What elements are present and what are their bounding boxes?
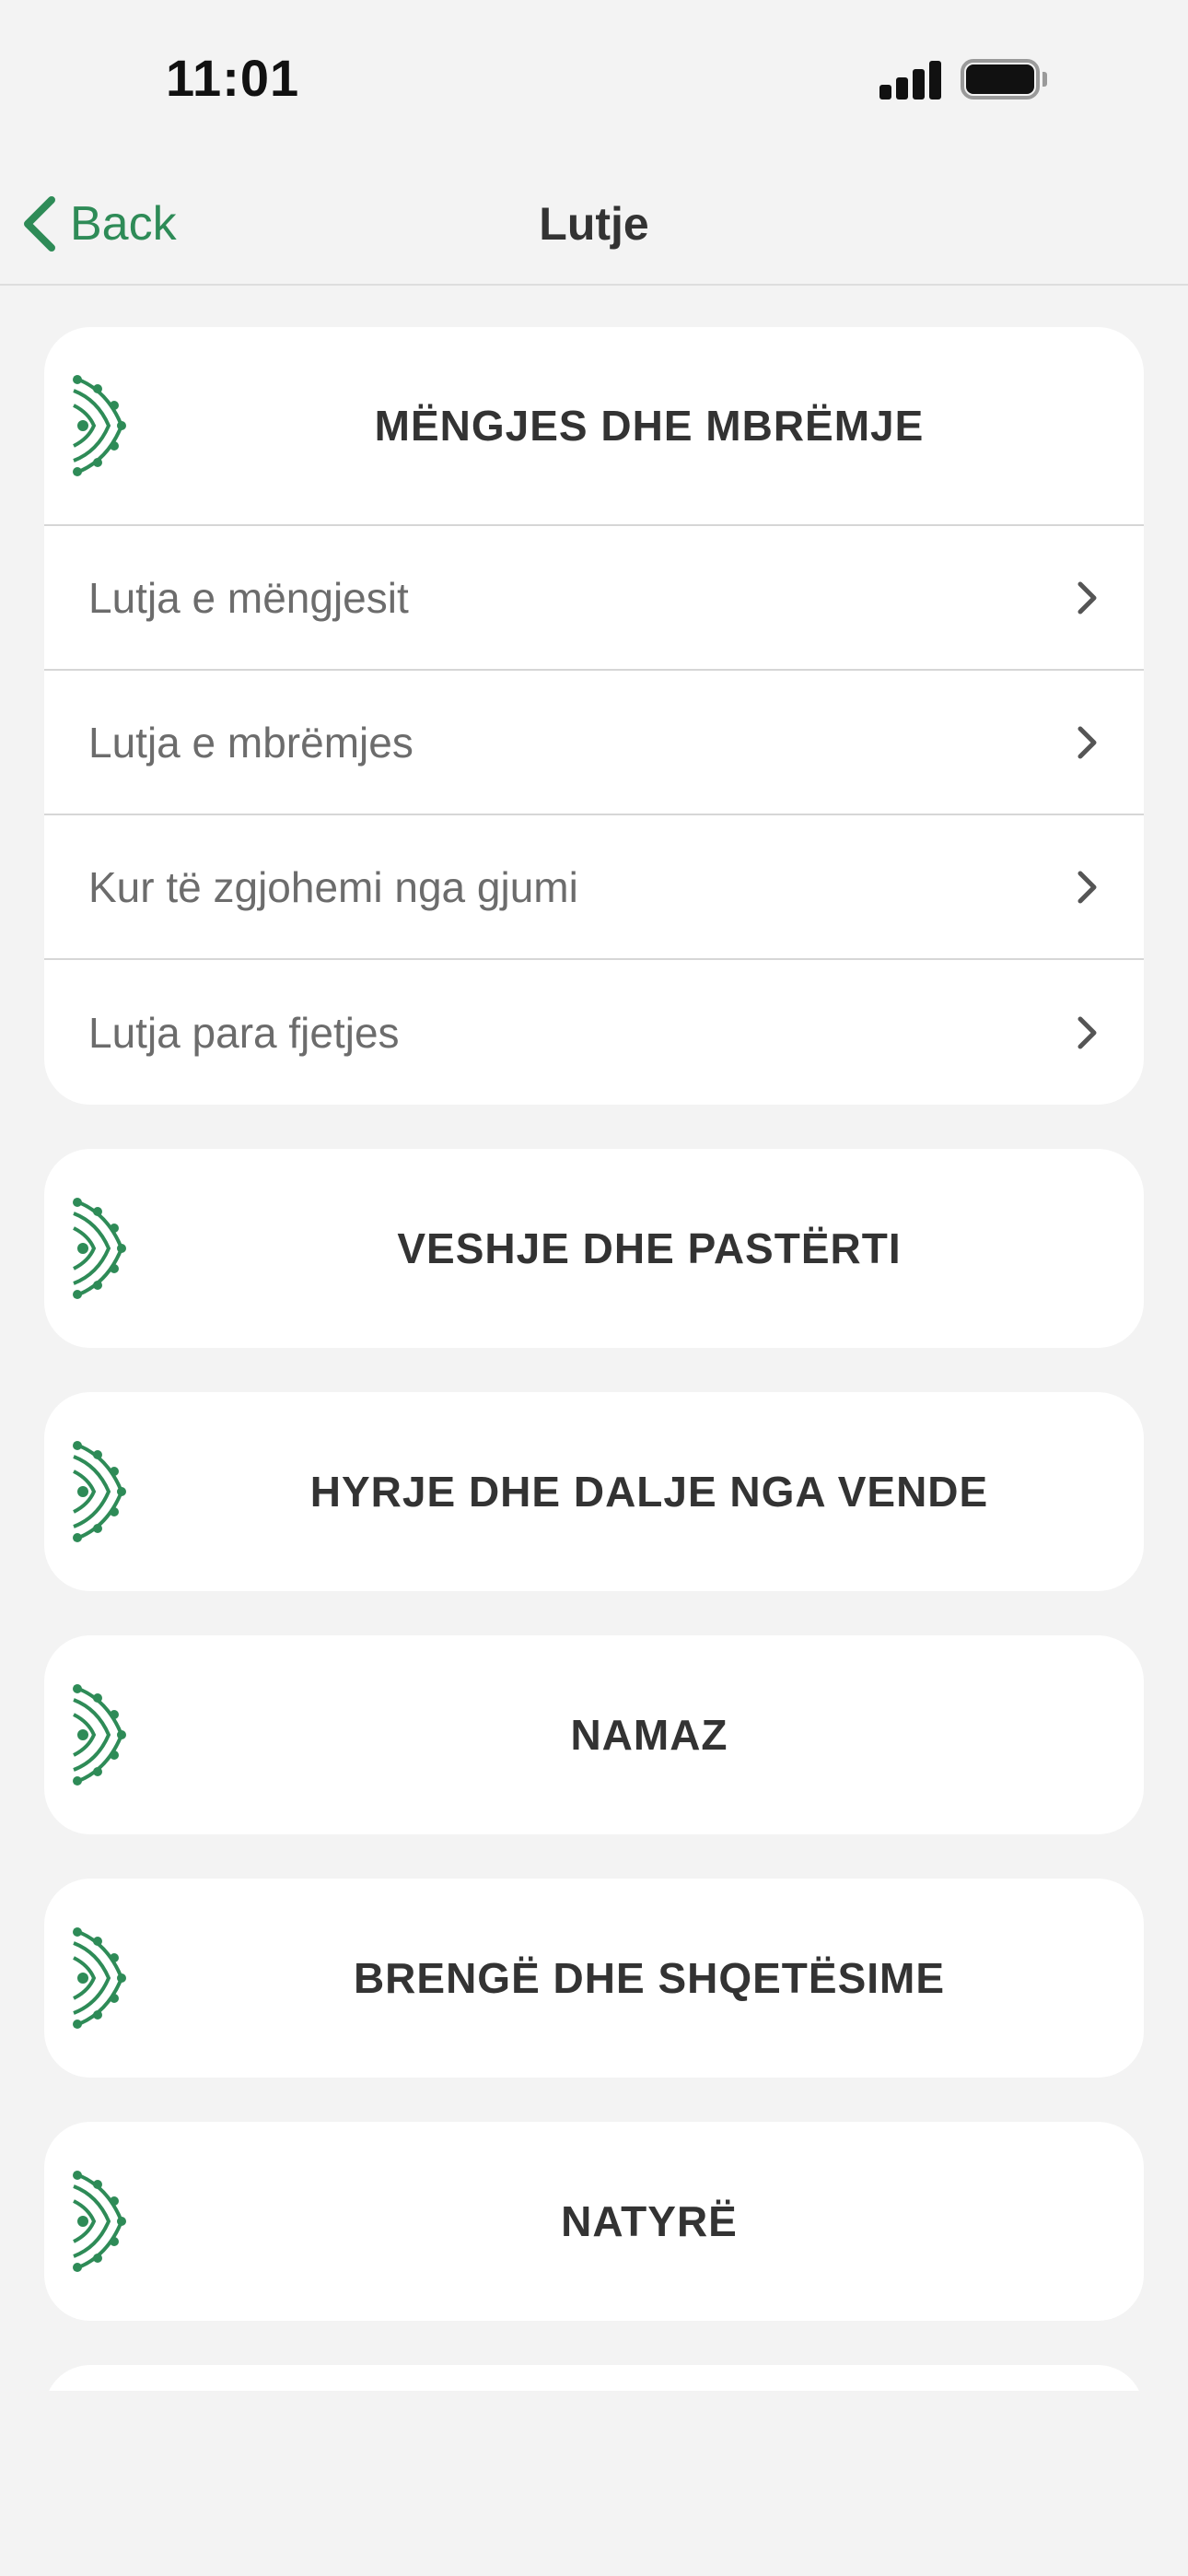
list-item-lutja-e-mengjesit[interactable]: Lutja e mëngjesit [44, 526, 1144, 671]
section-header[interactable]: HYRJE DHE DALJE NGA VENDE [44, 1392, 1144, 1591]
section-card-namaz[interactable]: NAMAZ [44, 1635, 1144, 1834]
navigation-bar: Lutje Back [0, 157, 1188, 286]
status-bar: 11:01 [0, 0, 1188, 157]
ornament-icon [73, 1684, 126, 1786]
list-item-lutja-e-mbremjes[interactable]: Lutja e mbrëmjes [44, 671, 1144, 815]
chevron-right-icon [1077, 871, 1097, 903]
list-item-label: Lutja para fjetjes [88, 1008, 400, 1057]
section-title: NAMAZ [570, 1711, 728, 1759]
ornament-icon [73, 2171, 126, 2272]
ornament-icon [73, 1441, 126, 1542]
section-card-hyrje-dhe-dalje[interactable]: HYRJE DHE DALJE NGA VENDE [44, 1392, 1144, 1591]
battery-icon [961, 59, 1047, 100]
section-header[interactable]: NATYRË [44, 2122, 1144, 2321]
back-button[interactable]: Back [18, 192, 177, 256]
page-title: Lutje [539, 198, 649, 250]
section-card-natyre[interactable]: NATYRË [44, 2122, 1144, 2321]
section-title: VESHJE DHE PASTËRTI [397, 1224, 902, 1272]
chevron-right-icon [1077, 581, 1097, 614]
section-title: BRENGË DHE SHQETËSIME [353, 1954, 946, 2002]
category-list[interactable]: MËNGJES DHE MBRËMJE Lutja e mëngjesit Lu… [44, 327, 1144, 2391]
section-header[interactable]: BRENGË DHE SHQETËSIME [44, 1879, 1144, 2078]
section-title: MËNGJES DHE MBRËMJE [374, 402, 925, 450]
section-card-partial[interactable] [44, 2365, 1144, 2391]
section-title: NATYRË [561, 2197, 738, 2245]
section-header[interactable]: MËNGJES DHE MBRËMJE [44, 327, 1144, 526]
section-card-brenge-dhe-shqetesime[interactable]: BRENGË DHE SHQETËSIME [44, 1879, 1144, 2078]
chevron-left-icon [24, 196, 55, 252]
status-time: 11:01 [166, 49, 300, 107]
list-item-kur-te-zgjohemi[interactable]: Kur të zgjohemi nga gjumi [44, 815, 1144, 960]
section-header[interactable]: NAMAZ [44, 1635, 1144, 1834]
chevron-right-icon [1077, 726, 1097, 758]
section-title: HYRJE DHE DALJE NGA VENDE [309, 1468, 989, 1516]
cellular-signal-icon [879, 59, 942, 100]
list-item-label: Lutja e mëngjesit [88, 573, 409, 622]
ornament-icon [73, 375, 126, 476]
section-header[interactable]: VESHJE DHE PASTËRTI [44, 1149, 1144, 1348]
section-card-mengjes-dhe-mbremje: MËNGJES DHE MBRËMJE Lutja e mëngjesit Lu… [44, 327, 1144, 1105]
chevron-right-icon [1077, 1016, 1097, 1048]
section-card-veshje-dhe-pasterti[interactable]: VESHJE DHE PASTËRTI [44, 1149, 1144, 1348]
ornament-icon [73, 1198, 126, 1299]
ornament-icon [73, 1927, 126, 2029]
list-item-lutja-para-fjetjes[interactable]: Lutja para fjetjes [44, 960, 1144, 1105]
list-item-label: Kur të zgjohemi nga gjumi [88, 862, 578, 911]
back-label: Back [70, 197, 177, 251]
list-item-label: Lutja e mbrëmjes [88, 718, 413, 767]
